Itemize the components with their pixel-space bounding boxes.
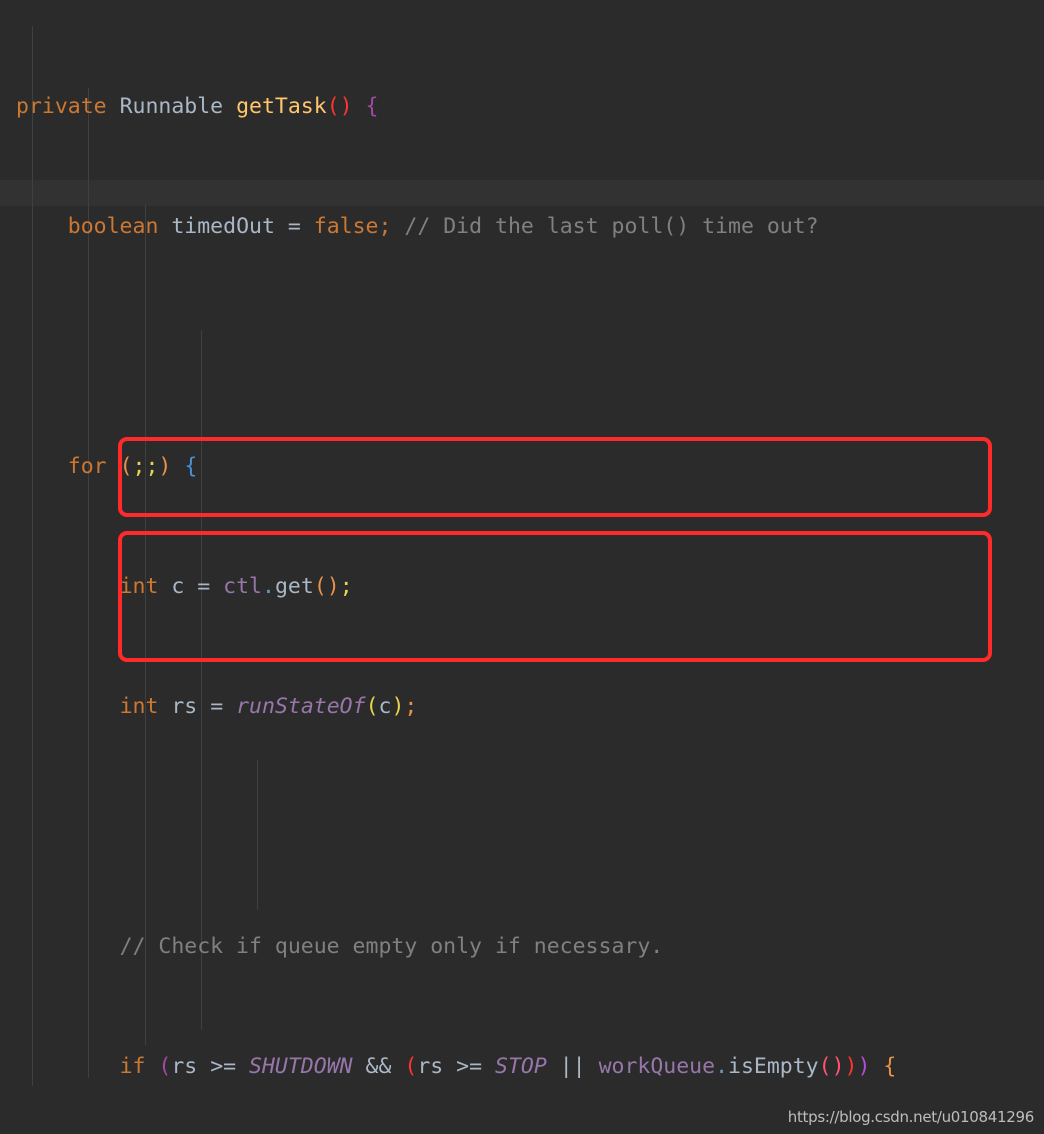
code-line: for (;;) {: [67, 454, 198, 479]
code-line: int c = ctl.get();: [119, 574, 353, 599]
code-editor-viewport[interactable]: private Runnable getTask() { boolean tim…: [0, 0, 1044, 1134]
code-text-area[interactable]: private Runnable getTask() { boolean tim…: [0, 0, 1044, 1134]
code-line: private Runnable getTask() {: [16, 94, 379, 119]
code-line: int rs = runStateOf(c);: [119, 694, 418, 719]
code-line: // Check if queue empty only if necessar…: [119, 934, 664, 959]
code-line: boolean timedOut = false; // Did the las…: [67, 214, 819, 239]
watermark-url: https://blog.csdn.net/u010841296: [787, 1108, 1035, 1126]
code-line: if (rs >= SHUTDOWN && (rs >= STOP || wor…: [119, 1054, 897, 1079]
